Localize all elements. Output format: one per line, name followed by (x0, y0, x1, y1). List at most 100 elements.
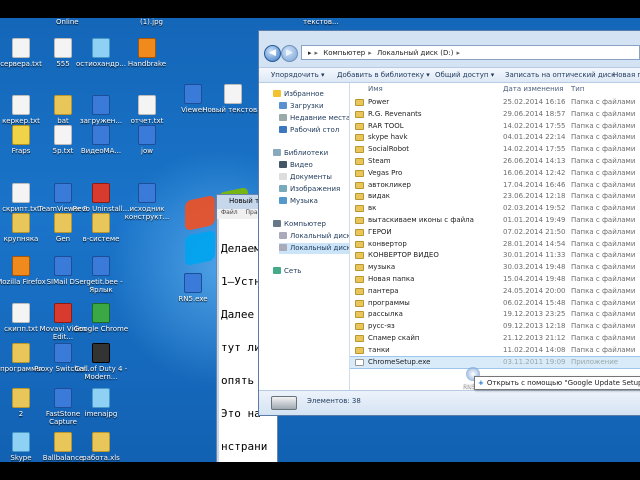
desktop-icon[interactable]: Новый текстов... (202, 84, 264, 114)
address-bar[interactable]: ▸ ▸ Компьютер ▸ Локальный диск (D:) ▸ (301, 45, 640, 60)
file-row[interactable]: Vegas Pro 16.06.2014 12:42 Папка с файлами (350, 168, 640, 180)
drive-icon (271, 396, 297, 410)
file-row[interactable]: программы 06.02.2014 15:48 Папка с файлами (350, 298, 640, 310)
file-row[interactable]: Power 25.02.2014 16:16 Папка с файлами (350, 97, 640, 109)
file-row[interactable]: R.G. Revenants 29.06.2014 18:57 Папка с фа… (350, 109, 640, 121)
file-row[interactable]: танки 11.02.2014 14:08 Папка с файлами (350, 345, 640, 357)
nav-video[interactable]: Видео (279, 160, 313, 171)
desktop-label-text: текстов... (303, 18, 339, 26)
desktop-icon[interactable]: в-системе (70, 213, 132, 243)
desktop-icon[interactable]: работа.xls (70, 432, 132, 462)
file-row[interactable]: автокликер 17.04.2014 16:46 Папка с файлам… (350, 180, 640, 192)
file-type: Папка с файлами (571, 168, 636, 177)
file-row[interactable]: КОНВЕРТОР ВИДЕО 30.01.2014 11:33 Папка с ф… (350, 250, 640, 262)
file-row[interactable]: видак 23.06.2014 12:18 Папка с файлами (350, 191, 640, 203)
nav-local-disk-d[interactable]: Локальный диск (279, 243, 349, 254)
folder-icon (12, 388, 30, 408)
nav-music[interactable]: Музыка (279, 196, 318, 207)
file-row[interactable]: рассылка 19.12.2013 23:25 Папка с файлами (350, 309, 640, 321)
folder-icon (355, 122, 364, 130)
folder-icon (355, 252, 364, 260)
nav-images[interactable]: Изображения (279, 184, 340, 195)
status-bar: Элементов: 38 (259, 390, 640, 415)
nav-libraries[interactable]: Библиотеки (273, 148, 328, 159)
nav-desktop[interactable]: Рабочий стол (279, 125, 339, 136)
command-bar: Упорядочить ▾ Добавить в библиотеку ▾ Об… (259, 67, 640, 83)
file-date: 16.06.2014 12:42 (503, 168, 566, 177)
file-date: 26.06.2014 14:13 (503, 157, 566, 165)
breadcrumb-computer[interactable]: Компьютер (323, 49, 365, 57)
text-file-icon (138, 95, 156, 115)
new-folder-button[interactable]: Новая па (613, 68, 640, 82)
nav-recent[interactable]: Недавние места (279, 113, 349, 124)
file-row[interactable]: ChromeSetup.exe 03.11.2011 19:09 Приложени… (350, 355, 640, 370)
nav-computer[interactable]: Компьютер (273, 219, 326, 230)
file-date: 30.03.2014 19:48 (503, 263, 566, 272)
file-date: 24.05.2014 20:00 (503, 286, 566, 295)
file-name: конвертор (368, 239, 407, 248)
column-date[interactable]: Дата изменения (503, 83, 563, 95)
nav-local-disk-c[interactable]: Локальный диск (279, 231, 349, 242)
column-name[interactable]: Имя (368, 83, 383, 95)
file-row[interactable]: вк 02.03.2014 19:52 Папка с файлами (350, 203, 640, 215)
file-row[interactable]: RAR TOOL 14.02.2014 17:55 Папка с файлами (350, 121, 640, 133)
burn-button[interactable]: Записать на оптический диск (505, 68, 615, 82)
organize-button[interactable]: Упорядочить ▾ (271, 68, 325, 82)
file-row[interactable]: skype havk 04.01.2014 22:14 Папка с файлам… (350, 132, 640, 144)
nav-downloads[interactable]: Загрузки (279, 101, 324, 112)
folder-icon (355, 205, 364, 213)
file-date: 23.06.2014 12:18 (503, 192, 566, 201)
desktop-icon-label: Handbrake (127, 60, 167, 68)
text-file-icon (12, 183, 30, 203)
drive-icon (279, 232, 287, 239)
folder-icon (355, 99, 364, 106)
file-type: Папка с файлами (571, 192, 636, 201)
desktop-icon[interactable]: jow (116, 125, 178, 155)
desktop-icon[interactable]: imenajpg (70, 388, 132, 418)
file-row[interactable]: Спамер скайп 21.12.2013 21:12 Папка с файл… (350, 333, 640, 345)
file-type: Папка с файлами (571, 121, 636, 130)
column-type[interactable]: Тип (571, 83, 584, 95)
folder-icon (355, 240, 364, 248)
add-to-library-button[interactable]: Добавить в библиотеку ▾ (337, 68, 430, 82)
breadcrumb-drive[interactable]: Локальный диск (D:) (377, 49, 453, 57)
app-icon (92, 95, 110, 115)
folder-icon (355, 110, 364, 118)
file-row[interactable]: русс-яз 09.12.2013 12:18 Папка с файлами (350, 321, 640, 333)
file-row[interactable]: музыка 30.03.2014 19:48 Папка с файлами (350, 262, 640, 274)
desktop-icon-label: в-системе (82, 235, 120, 243)
file-row[interactable]: ГЕРОИ 07.02.2014 21:50 Папка с файлами (350, 227, 640, 239)
explorer-window[interactable]: ◀ ▶ ▸ ▸ Компьютер ▸ Локальный диск (D:) ▸ У… (258, 30, 640, 416)
desktop-icon[interactable]: RN5.exe (162, 273, 224, 303)
nav-network[interactable]: Сеть (273, 266, 301, 277)
app-icon (92, 125, 110, 145)
share-button[interactable]: Общий доступ ▾ (435, 68, 494, 82)
folder-icon (355, 181, 364, 189)
nav-documents[interactable]: Документы (279, 172, 332, 183)
file-type: Папка с файлами (571, 310, 636, 319)
folder-icon (355, 346, 364, 354)
folder-icon (355, 169, 364, 177)
downloads-icon (279, 102, 287, 109)
file-type: Папка с файлами (571, 133, 636, 142)
file-name: Vegas Pro (368, 168, 403, 177)
desktop-icon[interactable]: Google Chrome (70, 303, 132, 333)
file-row[interactable]: SocialRobot 14.02.2014 17:55 Папка с файла… (350, 144, 640, 156)
file-name: программы (368, 298, 410, 307)
nav-favorites[interactable]: Избранное (273, 89, 324, 100)
desktop-icon[interactable]: Call of Duty 4 - Modern... (70, 343, 132, 381)
menu-file[interactable]: Файл (221, 209, 238, 216)
file-row[interactable]: пантера 24.05.2014 20:00 Папка с файлами (350, 286, 640, 298)
file-list: Имя Дата изменения Тип Power 25.02.2014 1… (350, 83, 640, 391)
file-row[interactable]: вытаскиваем иконы с файла 01.01.2014 19:4… (350, 215, 640, 227)
file-row[interactable]: Новая папка 15.04.2014 19:48 Папка с файла… (350, 274, 640, 286)
file-type: Папка с файлами (571, 204, 636, 213)
computer-icon (273, 220, 281, 227)
file-row[interactable]: конвертор 28.01.2014 14:54 Папка с файлами (350, 239, 640, 251)
file-name: skype havk (368, 133, 408, 142)
desktop-icon[interactable]: Handbrake (116, 38, 178, 68)
desktop-icon[interactable]: ergetit.bee - Ярлык (70, 256, 132, 294)
back-button[interactable]: ◀ (264, 45, 281, 62)
forward-button[interactable]: ▶ (281, 45, 298, 62)
file-row[interactable]: Steam 26.06.2014 14:13 Папка с файлами (350, 156, 640, 168)
